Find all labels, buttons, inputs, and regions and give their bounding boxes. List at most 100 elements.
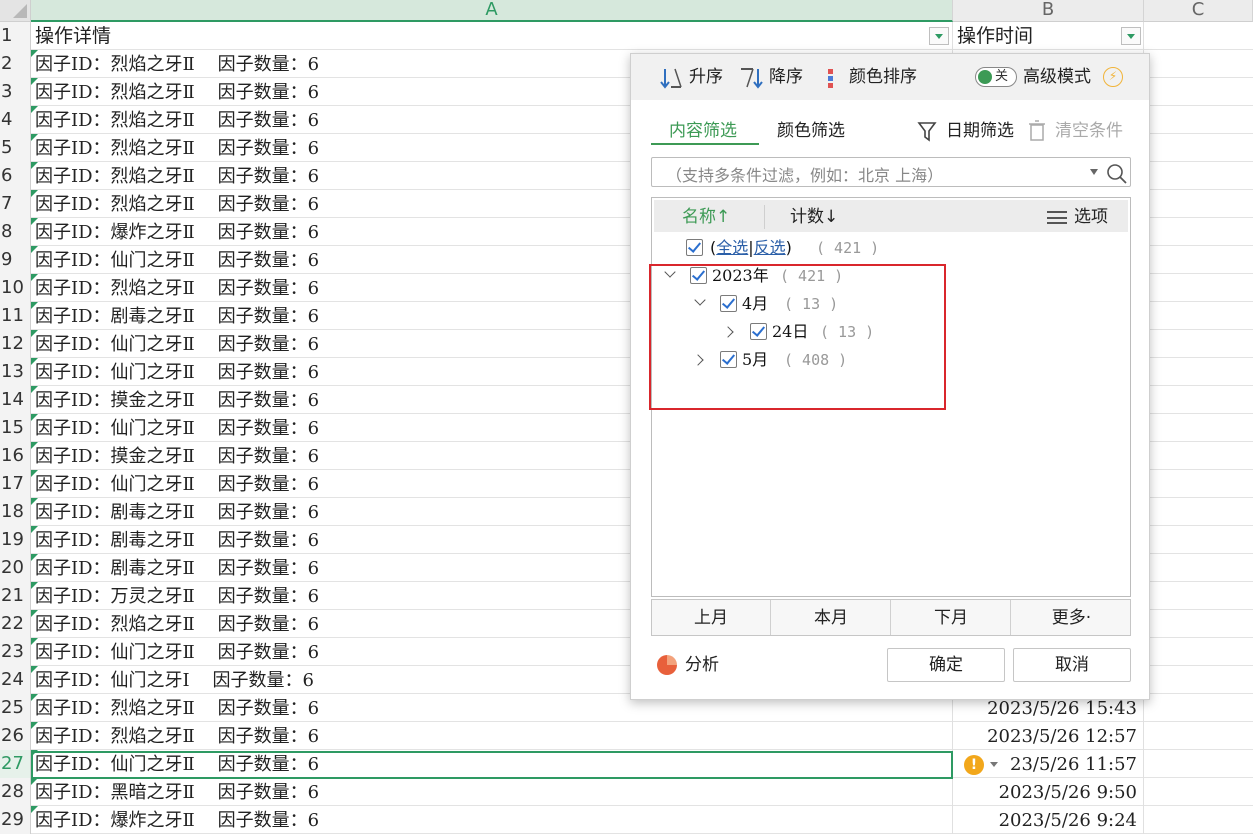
- cell-text: 因子ID：万灵之牙Ⅱ 因子数量：6: [35, 586, 320, 607]
- error-indicator: [31, 358, 38, 365]
- row-number[interactable]: 20: [0, 554, 31, 582]
- lightning-icon[interactable]: ⚡: [1103, 67, 1123, 87]
- error-indicator: [31, 414, 38, 421]
- cell-text: 因子ID：剧毒之牙Ⅱ 因子数量：6: [35, 306, 320, 327]
- error-indicator: [31, 386, 38, 393]
- search-history-dropdown[interactable]: [1090, 169, 1098, 175]
- tab-color-filter[interactable]: 颜色筛选: [777, 120, 845, 142]
- chevron-down-icon[interactable]: [664, 266, 676, 278]
- row-number[interactable]: 17: [0, 470, 31, 498]
- cell-text: 因子ID：爆炸之牙Ⅱ 因子数量：6: [35, 810, 320, 831]
- row-number[interactable]: 6: [0, 162, 31, 190]
- next-month-button[interactable]: 下月: [892, 600, 1011, 635]
- column-header-c[interactable]: C: [1144, 0, 1253, 22]
- cell-details[interactable]: 因子ID：黑暗之牙Ⅱ 因子数量：6: [31, 778, 953, 806]
- error-indicator: [31, 330, 38, 337]
- cancel-button[interactable]: 取消: [1013, 648, 1131, 682]
- options-button[interactable]: 选项: [1047, 206, 1108, 228]
- row-number[interactable]: 19: [0, 526, 31, 554]
- row-number[interactable]: 1: [0, 22, 31, 50]
- cell-details[interactable]: 因子ID：爆炸之牙Ⅱ 因子数量：6: [31, 806, 953, 834]
- chevron-right-icon[interactable]: [692, 354, 704, 366]
- trash-icon: [1029, 120, 1045, 141]
- error-indicator: [31, 666, 38, 673]
- select-all-checkbox[interactable]: [686, 239, 703, 256]
- date-filter-button[interactable]: 日期筛选: [917, 120, 1014, 142]
- sort-by-count-button[interactable]: 计数↓: [790, 206, 838, 228]
- this-month-button[interactable]: 本月: [772, 600, 891, 635]
- search-icon[interactable]: [1106, 163, 1128, 185]
- warning-dropdown-caret[interactable]: [990, 762, 998, 767]
- more-button[interactable]: 更多·: [1012, 600, 1131, 635]
- row-number[interactable]: 15: [0, 414, 31, 442]
- row-number[interactable]: 22: [0, 610, 31, 638]
- cell-text: 因子ID：剧毒之牙Ⅱ 因子数量：6: [35, 530, 320, 551]
- analyze-button[interactable]: 分析: [657, 654, 719, 676]
- clear-conditions-button[interactable]: 清空条件: [1027, 120, 1123, 142]
- row-number[interactable]: 11: [0, 302, 31, 330]
- row-number[interactable]: 29: [0, 806, 31, 834]
- row-number[interactable]: 16: [0, 442, 31, 470]
- tree-checkbox[interactable]: [720, 295, 737, 312]
- row-number[interactable]: 24: [0, 666, 31, 694]
- row-number[interactable]: 18: [0, 498, 31, 526]
- row-number[interactable]: 3: [0, 78, 31, 106]
- row-number[interactable]: 25: [0, 694, 31, 722]
- tree-checkbox[interactable]: [690, 267, 707, 284]
- row-number[interactable]: 4: [0, 106, 31, 134]
- filter-dropdown-button-b[interactable]: [1121, 27, 1141, 45]
- cell-text: 因子ID：烈焰之牙Ⅱ 因子数量：6: [35, 138, 320, 159]
- cell-text: 因子ID：烈焰之牙Ⅱ 因子数量：6: [35, 614, 320, 635]
- error-indicator: [31, 582, 38, 589]
- row-number[interactable]: 9: [0, 246, 31, 274]
- pie-chart-icon: [657, 655, 677, 675]
- row-number[interactable]: 26: [0, 722, 31, 750]
- row-number[interactable]: 2: [0, 50, 31, 78]
- select-all-link[interactable]: 全选: [716, 238, 748, 257]
- invert-selection-link[interactable]: 反选: [754, 238, 786, 257]
- select-all-corner[interactable]: [0, 0, 31, 22]
- row-number[interactable]: 14: [0, 386, 31, 414]
- row-number[interactable]: 28: [0, 778, 31, 806]
- row-number[interactable]: 23: [0, 638, 31, 666]
- header-cell-time[interactable]: 操作时间: [953, 22, 1144, 50]
- filter-value-list: 名称↑ 计数↓ 选项 (全选|反选) ( 421 ) 2023年 ( 421 )…: [651, 197, 1131, 597]
- cell-details[interactable]: 因子ID：烈焰之牙Ⅱ 因子数量：6: [31, 722, 953, 750]
- cell-time[interactable]: 2023/5/26 12:57: [953, 722, 1144, 750]
- warning-icon[interactable]: !: [964, 755, 984, 775]
- tree-label: 5月: [742, 350, 769, 369]
- tab-content-filter[interactable]: 内容筛选: [669, 120, 737, 142]
- cell-text: 因子ID：摸金之牙Ⅱ 因子数量：6: [35, 446, 320, 467]
- column-header-a[interactable]: A: [31, 0, 953, 22]
- header-cell-details[interactable]: 操作详情: [31, 22, 953, 50]
- sort-descending-button[interactable]: 降序: [739, 64, 809, 90]
- ok-button[interactable]: 确定: [887, 648, 1005, 682]
- cell-details[interactable]: 因子ID：仙门之牙Ⅱ 因子数量：6: [31, 750, 953, 778]
- sort-ascending-button[interactable]: 升序: [659, 64, 729, 90]
- row-number[interactable]: 27: [0, 750, 31, 778]
- chevron-right-icon[interactable]: [722, 326, 734, 338]
- row-number[interactable]: 5: [0, 134, 31, 162]
- filter-search-input[interactable]: （支持多条件过滤，例如：北京 上海）: [651, 157, 1131, 187]
- row-number[interactable]: 12: [0, 330, 31, 358]
- row-number[interactable]: 21: [0, 582, 31, 610]
- row-number[interactable]: 7: [0, 190, 31, 218]
- column-header-b[interactable]: B: [953, 0, 1144, 22]
- cell-time[interactable]: 2023/5/26 9:24: [953, 806, 1144, 834]
- row-number[interactable]: 10: [0, 274, 31, 302]
- cell-time[interactable]: 2023/5/26 9:50: [953, 778, 1144, 806]
- sort-by-name-button[interactable]: 名称↑: [682, 206, 730, 228]
- color-sort-button[interactable]: 颜色排序: [824, 64, 924, 90]
- cell-text: 因子ID：仙门之牙Ⅱ 因子数量：6: [35, 250, 320, 271]
- tree-checkbox[interactable]: [750, 323, 767, 340]
- error-indicator: [31, 526, 38, 533]
- clear-conditions-label: 清空条件: [1055, 121, 1123, 141]
- row-number[interactable]: 13: [0, 358, 31, 386]
- tree-checkbox[interactable]: [720, 351, 737, 368]
- row-number[interactable]: 8: [0, 218, 31, 246]
- advanced-mode-toggle[interactable]: 关: [975, 67, 1017, 87]
- toggle-state-label: 关: [995, 69, 1009, 84]
- last-month-button[interactable]: 上月: [652, 600, 771, 635]
- chevron-down-icon[interactable]: [694, 294, 706, 306]
- filter-dropdown-button-a[interactable]: [929, 27, 949, 45]
